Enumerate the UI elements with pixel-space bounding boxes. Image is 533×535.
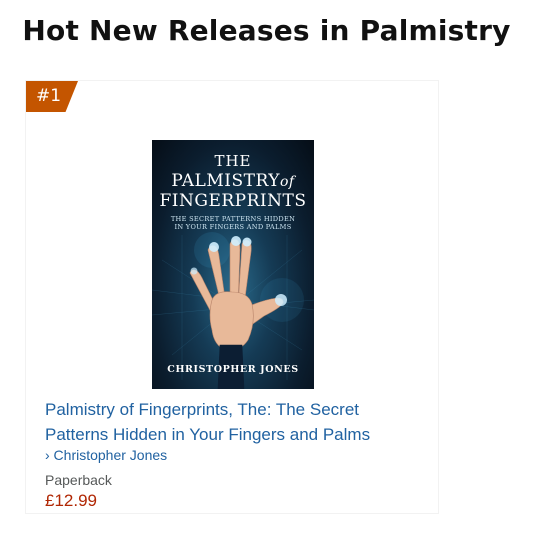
product-card[interactable]: #1 THE PALMISTRYof FINGERPRINTS THE SECR… [25,80,439,514]
cover-subtitle: THE SECRET PATTERNS HIDDEN IN YOUR FINGE… [170,215,296,231]
cover-author: CHRISTOPHER JONES [167,364,299,375]
book-format: Paperback [45,472,112,488]
cover-title-main: PALMISTRY [171,171,280,191]
page-title: Hot New Releases in Palmistry [22,14,511,47]
price: £12.99 [45,491,97,510]
cover-title-line1: THE [214,152,252,170]
author-link[interactable]: › Christopher Jones [45,447,167,463]
cover-title-of: of [279,174,295,190]
product-title-link[interactable]: Palmistry of Fingerprints, The: The Secr… [45,397,425,447]
cover-title-line2: PALMISTRYof [152,171,314,191]
cover-title-line3: FINGERPRINTS [159,191,307,211]
rank-badge: #1 [26,81,78,112]
book-cover-image[interactable]: THE PALMISTRYof FINGERPRINTS THE SECRET … [152,140,314,389]
